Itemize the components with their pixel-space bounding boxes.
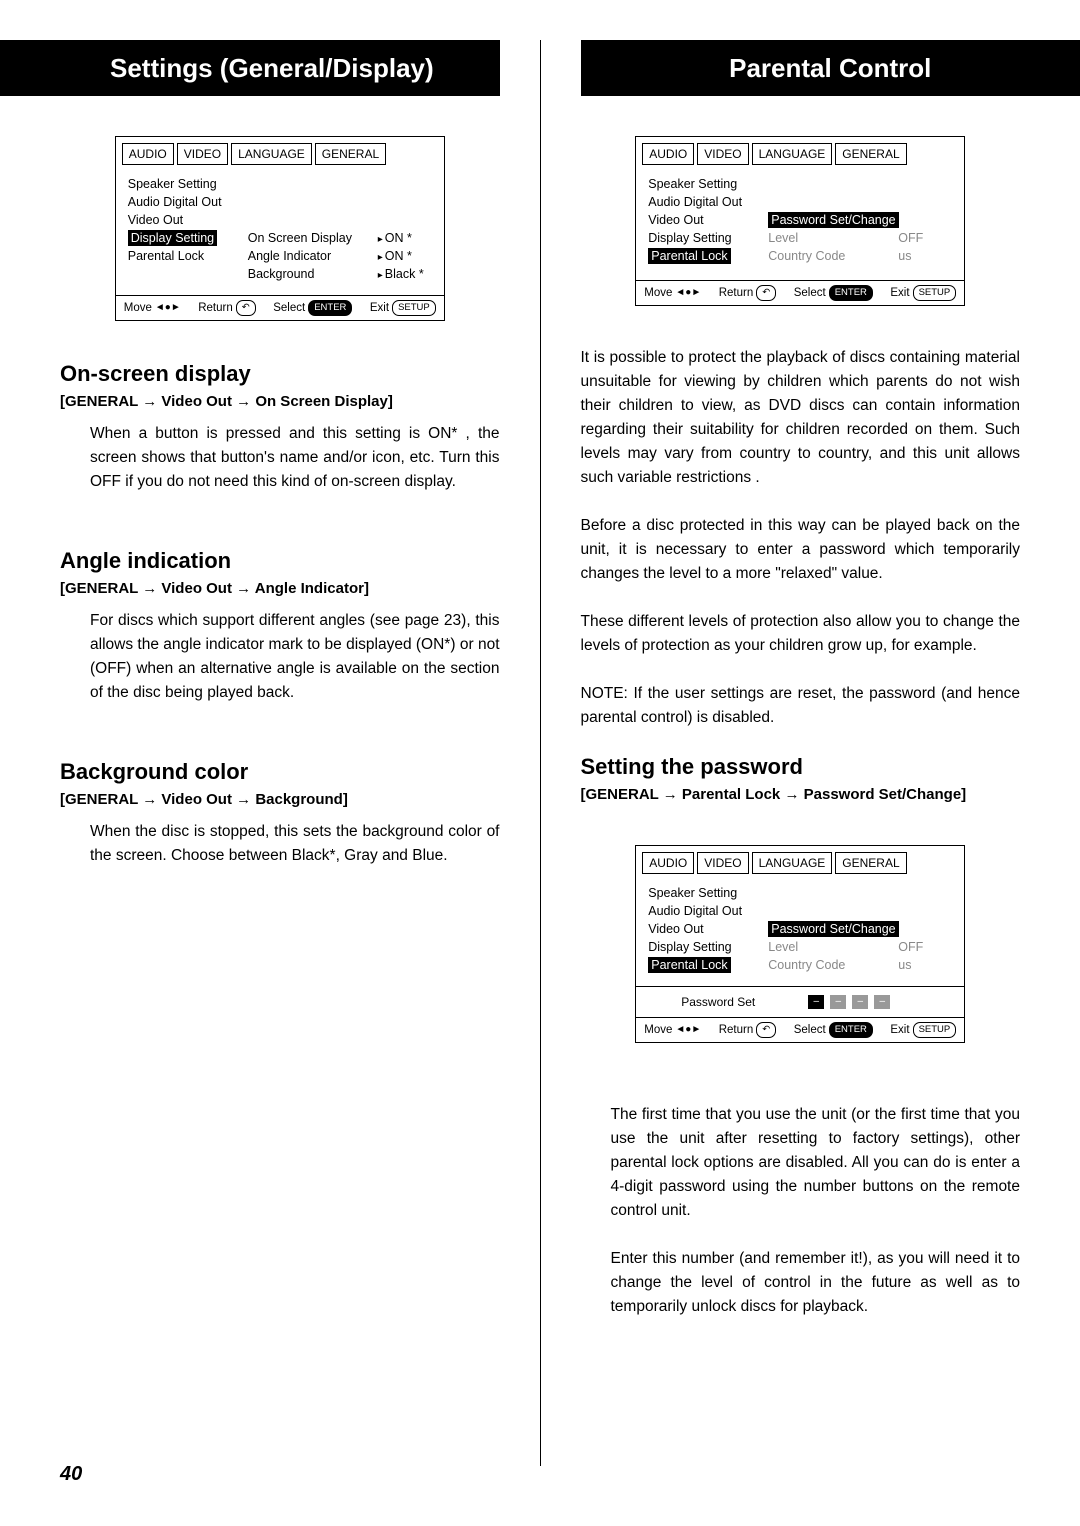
osd-screenshot-password: AUDIO VIDEO LANGUAGE GENERAL Speaker Set… [635, 845, 965, 1043]
osd-sub-label-selected: Password Set/Change [768, 921, 898, 937]
paragraph: When the disc is stopped, this sets the … [60, 820, 500, 868]
paragraph: The first time that you use the unit (or… [581, 1103, 1021, 1223]
dpad-icon: ◄●► [155, 303, 181, 313]
osd-tab: AUDIO [642, 852, 694, 874]
osd-menu-item: Speaker Setting [648, 886, 768, 900]
password-digit: – [852, 995, 868, 1009]
osd-menu-item: Video Out [648, 922, 768, 936]
osd-tab: GENERAL [835, 143, 906, 165]
breadcrumb: [GENERAL → Parental Lock → Password Set/… [581, 786, 1021, 803]
osd-sub-value: ON * [378, 231, 412, 245]
osd-screenshot-parental: AUDIO VIDEO LANGUAGE GENERAL Speaker Set… [635, 136, 965, 306]
osd-foot-return: Return [719, 1024, 754, 1036]
osd-menu-item: Display Setting [648, 231, 768, 245]
paragraph: For discs which support different angles… [60, 609, 500, 705]
osd-menu-item: Video Out [648, 213, 768, 227]
osd-menu-item-selected: Display Setting [128, 230, 217, 246]
osd-tab: VIDEO [177, 143, 228, 165]
page-number: 40 [60, 1463, 82, 1486]
osd-foot-select: Select [794, 1024, 826, 1036]
breadcrumb: [GENERAL → Video Out → On Screen Display… [60, 393, 500, 410]
osd-sub-label: Level [768, 231, 898, 245]
password-digit: – [830, 995, 846, 1009]
enter-icon: ENTER [829, 1022, 873, 1038]
setup-icon: SETUP [913, 1022, 957, 1038]
osd-sub-label: Angle Indicator [248, 249, 378, 263]
osd-foot-exit: Exit [890, 287, 909, 299]
osd-sub-label: On Screen Display [248, 231, 378, 245]
osd-menu-item: Audio Digital Out [648, 195, 768, 209]
setup-icon: SETUP [913, 285, 957, 301]
osd-menu-item-selected: Parental Lock [648, 248, 730, 264]
osd-menu-item: Parental Lock [128, 249, 248, 263]
section-title-left: Settings (General/Display) [0, 40, 500, 96]
osd-sub-value: us [898, 958, 911, 972]
paragraph: It is possible to protect the playback o… [581, 346, 1021, 490]
paragraph: Enter this number (and remember it!), as… [581, 1247, 1021, 1319]
osd-foot-return: Return [198, 302, 233, 314]
osd-foot-return: Return [719, 287, 754, 299]
enter-icon: ENTER [829, 285, 873, 301]
section-title-right: Parental Control [581, 40, 1080, 96]
osd-sub-value: OFF [898, 940, 923, 954]
osd-menu-item-selected: Parental Lock [648, 957, 730, 973]
enter-icon: ENTER [308, 300, 352, 316]
osd-sub-label: Background [248, 267, 378, 281]
heading-onscreen-display: On-screen display [60, 361, 500, 387]
column-divider [540, 40, 541, 1466]
osd-foot-exit: Exit [370, 302, 389, 314]
osd-menu-item: Audio Digital Out [128, 195, 248, 209]
osd-tab: AUDIO [122, 143, 174, 165]
osd-menu-item: Speaker Setting [648, 177, 768, 191]
heading-background-color: Background color [60, 759, 500, 785]
osd-menu-item: Video Out [128, 213, 248, 227]
osd-tab: LANGUAGE [752, 143, 833, 165]
setup-icon: SETUP [392, 300, 436, 316]
osd-sub-label: Level [768, 940, 898, 954]
osd-foot-exit: Exit [890, 1024, 909, 1036]
osd-tab: LANGUAGE [231, 143, 312, 165]
breadcrumb: [GENERAL → Video Out → Angle Indicator] [60, 580, 500, 597]
paragraph: These different levels of protection als… [581, 610, 1021, 658]
osd-sub-label-selected: Password Set/Change [768, 212, 898, 228]
breadcrumb: [GENERAL → Video Out → Background] [60, 791, 500, 808]
osd-foot-select: Select [273, 302, 305, 314]
password-set-label: Password Set [648, 995, 788, 1009]
return-icon: ↶ [236, 300, 256, 316]
osd-menu-item: Display Setting [648, 940, 768, 954]
dpad-icon: ◄●► [675, 1025, 701, 1035]
osd-menu-item: Speaker Setting [128, 177, 248, 191]
osd-foot-move: Move [124, 302, 152, 314]
osd-sub-value: OFF [898, 231, 923, 245]
osd-tab: GENERAL [315, 143, 386, 165]
return-icon: ↶ [756, 285, 776, 301]
osd-tab: VIDEO [697, 852, 748, 874]
osd-sub-value: Black * [378, 267, 424, 281]
paragraph: Before a disc protected in this way can … [581, 514, 1021, 586]
heading-angle-indication: Angle indication [60, 548, 500, 574]
paragraph: When a button is pressed and this settin… [60, 422, 500, 494]
osd-tab: GENERAL [835, 852, 906, 874]
osd-tab: LANGUAGE [752, 852, 833, 874]
osd-tab: AUDIO [642, 143, 694, 165]
return-icon: ↶ [756, 1022, 776, 1038]
password-digit: – [874, 995, 890, 1009]
dpad-icon: ◄●► [675, 288, 701, 298]
osd-sub-value: us [898, 249, 911, 263]
paragraph: NOTE: If the user settings are reset, th… [581, 682, 1021, 730]
osd-foot-select: Select [794, 287, 826, 299]
osd-sub-label: Country Code [768, 958, 898, 972]
osd-foot-move: Move [644, 287, 672, 299]
osd-sub-label: Country Code [768, 249, 898, 263]
osd-screenshot-display: AUDIO VIDEO LANGUAGE GENERAL Speaker Set… [115, 136, 445, 321]
osd-foot-move: Move [644, 1024, 672, 1036]
heading-setting-password: Setting the password [581, 754, 1021, 780]
password-digit: – [808, 995, 824, 1009]
osd-menu-item: Audio Digital Out [648, 904, 768, 918]
osd-tab: VIDEO [697, 143, 748, 165]
osd-sub-value: ON * [378, 249, 412, 263]
